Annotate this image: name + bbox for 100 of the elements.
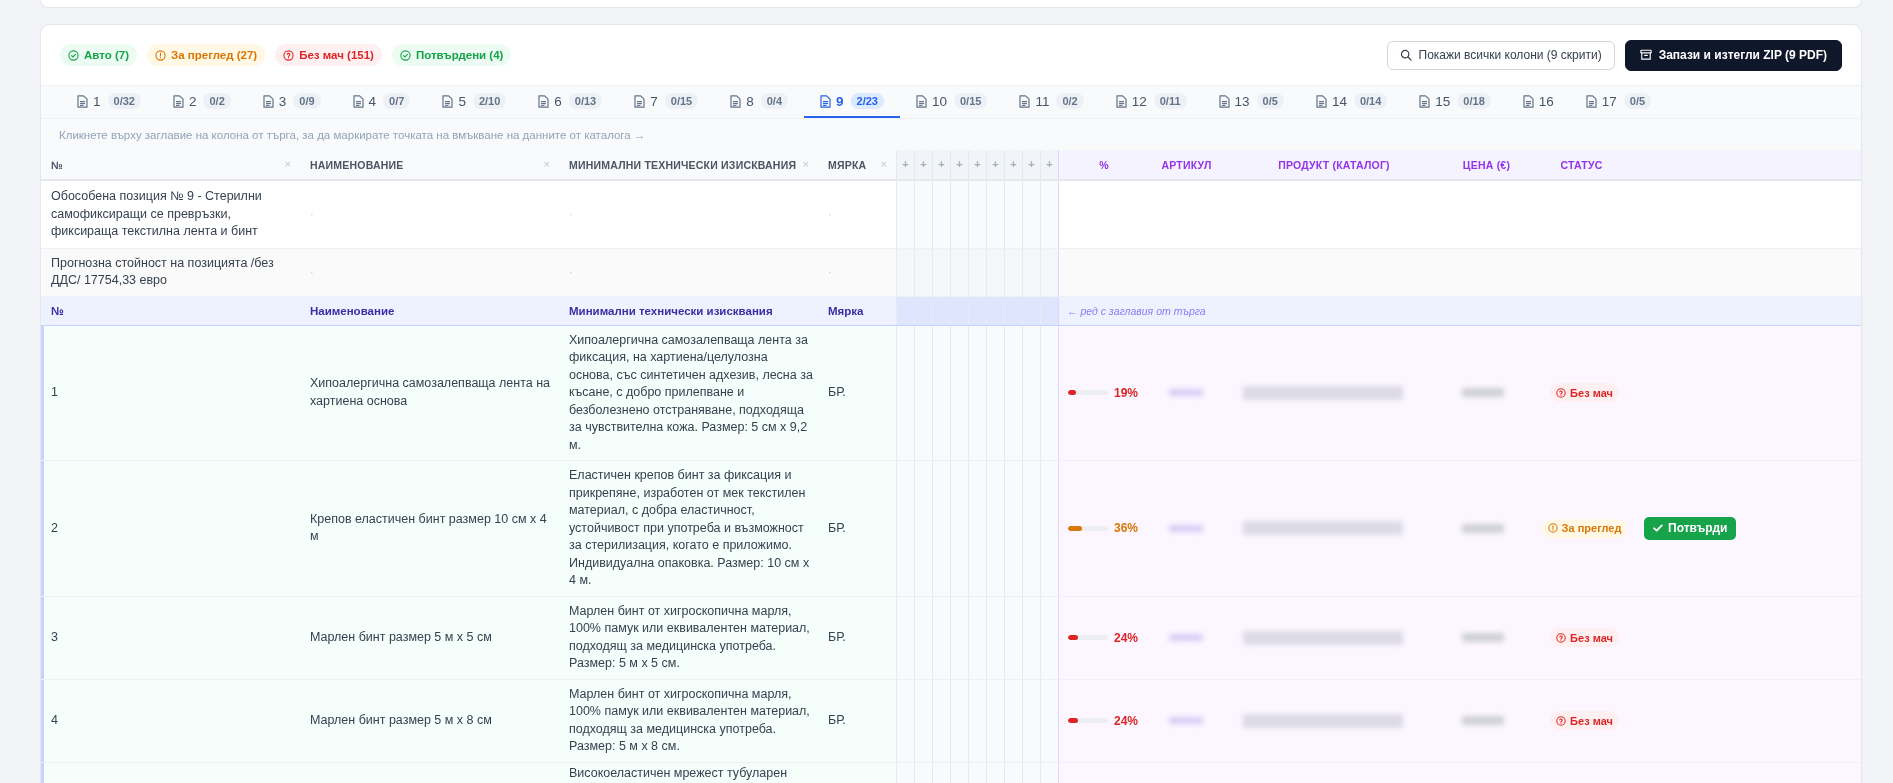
file-icon [77, 94, 88, 108]
file-icon [262, 94, 274, 108]
blurred-article [1169, 717, 1203, 724]
match-percent: 19% [1114, 385, 1139, 400]
badge-text: За преглед (27) [171, 49, 258, 61]
file-icon [1218, 94, 1230, 108]
blurred-price [1462, 388, 1504, 398]
count-pill: 0/15 [664, 93, 699, 109]
table-cell-text: Марлен бинт от хигроскопична марля, 100% памук или еквивалентен материал, подходящ за медицинска употреба. Размер: 5 м х 8 см. [569, 685, 811, 755]
file-icon [820, 94, 831, 108]
count-pill: 0/2 [203, 93, 231, 109]
column-header: АРТИКУЛ [1161, 158, 1212, 171]
count-pill: 0/18 [1457, 93, 1491, 109]
file-icon [730, 94, 742, 108]
count-pill: 2/23 [850, 93, 884, 109]
blurred-article [1169, 389, 1203, 397]
tab[interactable]: 1 0/32 [61, 86, 157, 118]
question-circle-icon [1556, 632, 1567, 643]
blurred-price [1462, 523, 1504, 533]
table-cell: № [51, 304, 64, 317]
tab[interactable]: 7 0/15 [618, 86, 715, 118]
save-zip-button[interactable]: Запази и изтегли ZIP (9 PDF) [1624, 39, 1842, 71]
column-header: № [51, 158, 63, 171]
blurred-article [1169, 634, 1203, 641]
tab[interactable]: 3 0/9 [246, 86, 337, 118]
tab[interactable]: 17 0/5 [1569, 86, 1668, 118]
table-cell: · [310, 208, 314, 220]
table-cell-text: 1 [51, 384, 58, 401]
count-pill: 0/5 [1256, 93, 1284, 109]
table-cell: БР. [828, 519, 846, 537]
column-header: ЦЕНА (€) [1462, 158, 1511, 171]
check-icon [1653, 523, 1663, 534]
file-icon [915, 94, 927, 108]
file-icon [538, 94, 550, 108]
table-cell-text: Обособена позиция № 9 - Стерилни самофиксиращи се превръзки, фиксираща текстилна лента и бинт [51, 188, 263, 240]
badge-text: Без мач (151) [299, 49, 374, 61]
table-cell: · [828, 266, 832, 278]
show-columns-button[interactable]: Покажи всички колони (9 скрити) [1386, 40, 1615, 70]
tab[interactable]: 12 0/11 [1099, 86, 1203, 118]
column-header: МИНИМАЛНИ ТЕХНИЧЕСКИ ИЗИСКВАНИЯ [569, 158, 797, 171]
tab[interactable]: 10 0/15 [899, 86, 1004, 118]
tab[interactable]: 8 0/4 [714, 86, 804, 118]
tab[interactable]: 16 [1506, 86, 1570, 118]
match-percent: 36% [1114, 521, 1139, 536]
tab[interactable]: 15 0/18 [1403, 86, 1507, 118]
badge-text: Потвърдени (4) [415, 49, 504, 61]
status-text: Без мач [1570, 714, 1613, 727]
file-icon [442, 94, 454, 108]
table-cell: Мярка [828, 304, 864, 317]
blurred-price [1462, 716, 1504, 725]
status-text: За преглед [1561, 522, 1622, 535]
check-circle-icon [399, 49, 411, 61]
table-cell-text: Марлен бинт размер 5 м х 5 см [310, 628, 492, 646]
file-icon [352, 94, 364, 108]
header-row-note: ← ред с заглавия от търга [1067, 304, 1206, 317]
count-pill: 0/7 [383, 93, 411, 109]
check-circle-icon [68, 49, 79, 61]
file-icon [1419, 94, 1431, 108]
file-icon [1522, 94, 1534, 108]
tab[interactable]: 5 2/10 [426, 86, 523, 118]
status-text: Без мач [1570, 386, 1613, 399]
table-cell-text: Еластичен крепов бинт за фиксация и прикрепяне, изработен от мек текстилен материал, с добра еластичност, устойчивост при употреба и възможност за стерилизация, когато е приложимо. Индивидуална опаковка. Размер: 10 см х 4 м. [569, 467, 811, 589]
blurred-price [1462, 633, 1504, 642]
table-cell: Наименование [310, 304, 395, 317]
count-pill: 0/15 [953, 93, 988, 109]
table-cell-text: БР. [828, 384, 846, 401]
column-header: ПРОДУКТ (КАТАЛОГ) [1278, 158, 1390, 171]
table-cell: · [310, 266, 314, 278]
column-header: НАИМЕНОВАНИЕ [310, 158, 404, 171]
table-cell: · [569, 208, 573, 220]
table-cell-text: 3 [51, 628, 58, 646]
table-cell: · [569, 266, 573, 278]
tab[interactable]: 14 0/14 [1299, 86, 1404, 118]
tab[interactable]: 2 0/2 [156, 86, 247, 118]
exclamation-circle-icon [155, 49, 166, 61]
match-percent: 24% [1114, 630, 1139, 645]
table-cell: Хипоалергична самозалепваща лента за фиксация, на хартиена/целулозна основа, със синтетичен адхезив, лесна за късане, с добро прилепване и безболезнено отстраняване, подходяща за чувствителна кожа. Размер: 5 см х 9,2 м. [569, 331, 814, 454]
tab[interactable]: 13 0/5 [1202, 86, 1300, 118]
tab[interactable]: 4 0/7 [336, 86, 427, 118]
file-icon [1019, 94, 1031, 108]
file-icon [172, 94, 184, 108]
archive-box-icon [1639, 49, 1652, 61]
count-pill: 0/2 [1056, 93, 1084, 109]
table-cell-text: Хипоалергична самозалепваща лента на хартиена основа [310, 375, 552, 410]
count-pill: 0/4 [760, 93, 788, 109]
count-pill: 0/32 [107, 93, 141, 109]
count-pill: 0/13 [568, 93, 603, 109]
question-circle-icon [1556, 715, 1567, 726]
file-icon [1585, 94, 1597, 108]
status-text: Без мач [1570, 631, 1613, 644]
tab[interactable]: 6 0/13 [522, 86, 619, 118]
table-cell-text: БР. [828, 628, 846, 646]
file-icon [1115, 94, 1127, 108]
match-percent: 24% [1114, 713, 1139, 728]
blurred-article [1169, 524, 1203, 532]
table-cell: 2 [51, 519, 58, 537]
exclamation-circle-icon [1547, 523, 1558, 534]
table-cell-text: Крепов еластичен бинт размер 10 см х 4 м [310, 510, 548, 546]
table-cell: Минимални технически изисквания [569, 304, 773, 317]
tab[interactable]: 11 0/2 [1003, 86, 1100, 118]
